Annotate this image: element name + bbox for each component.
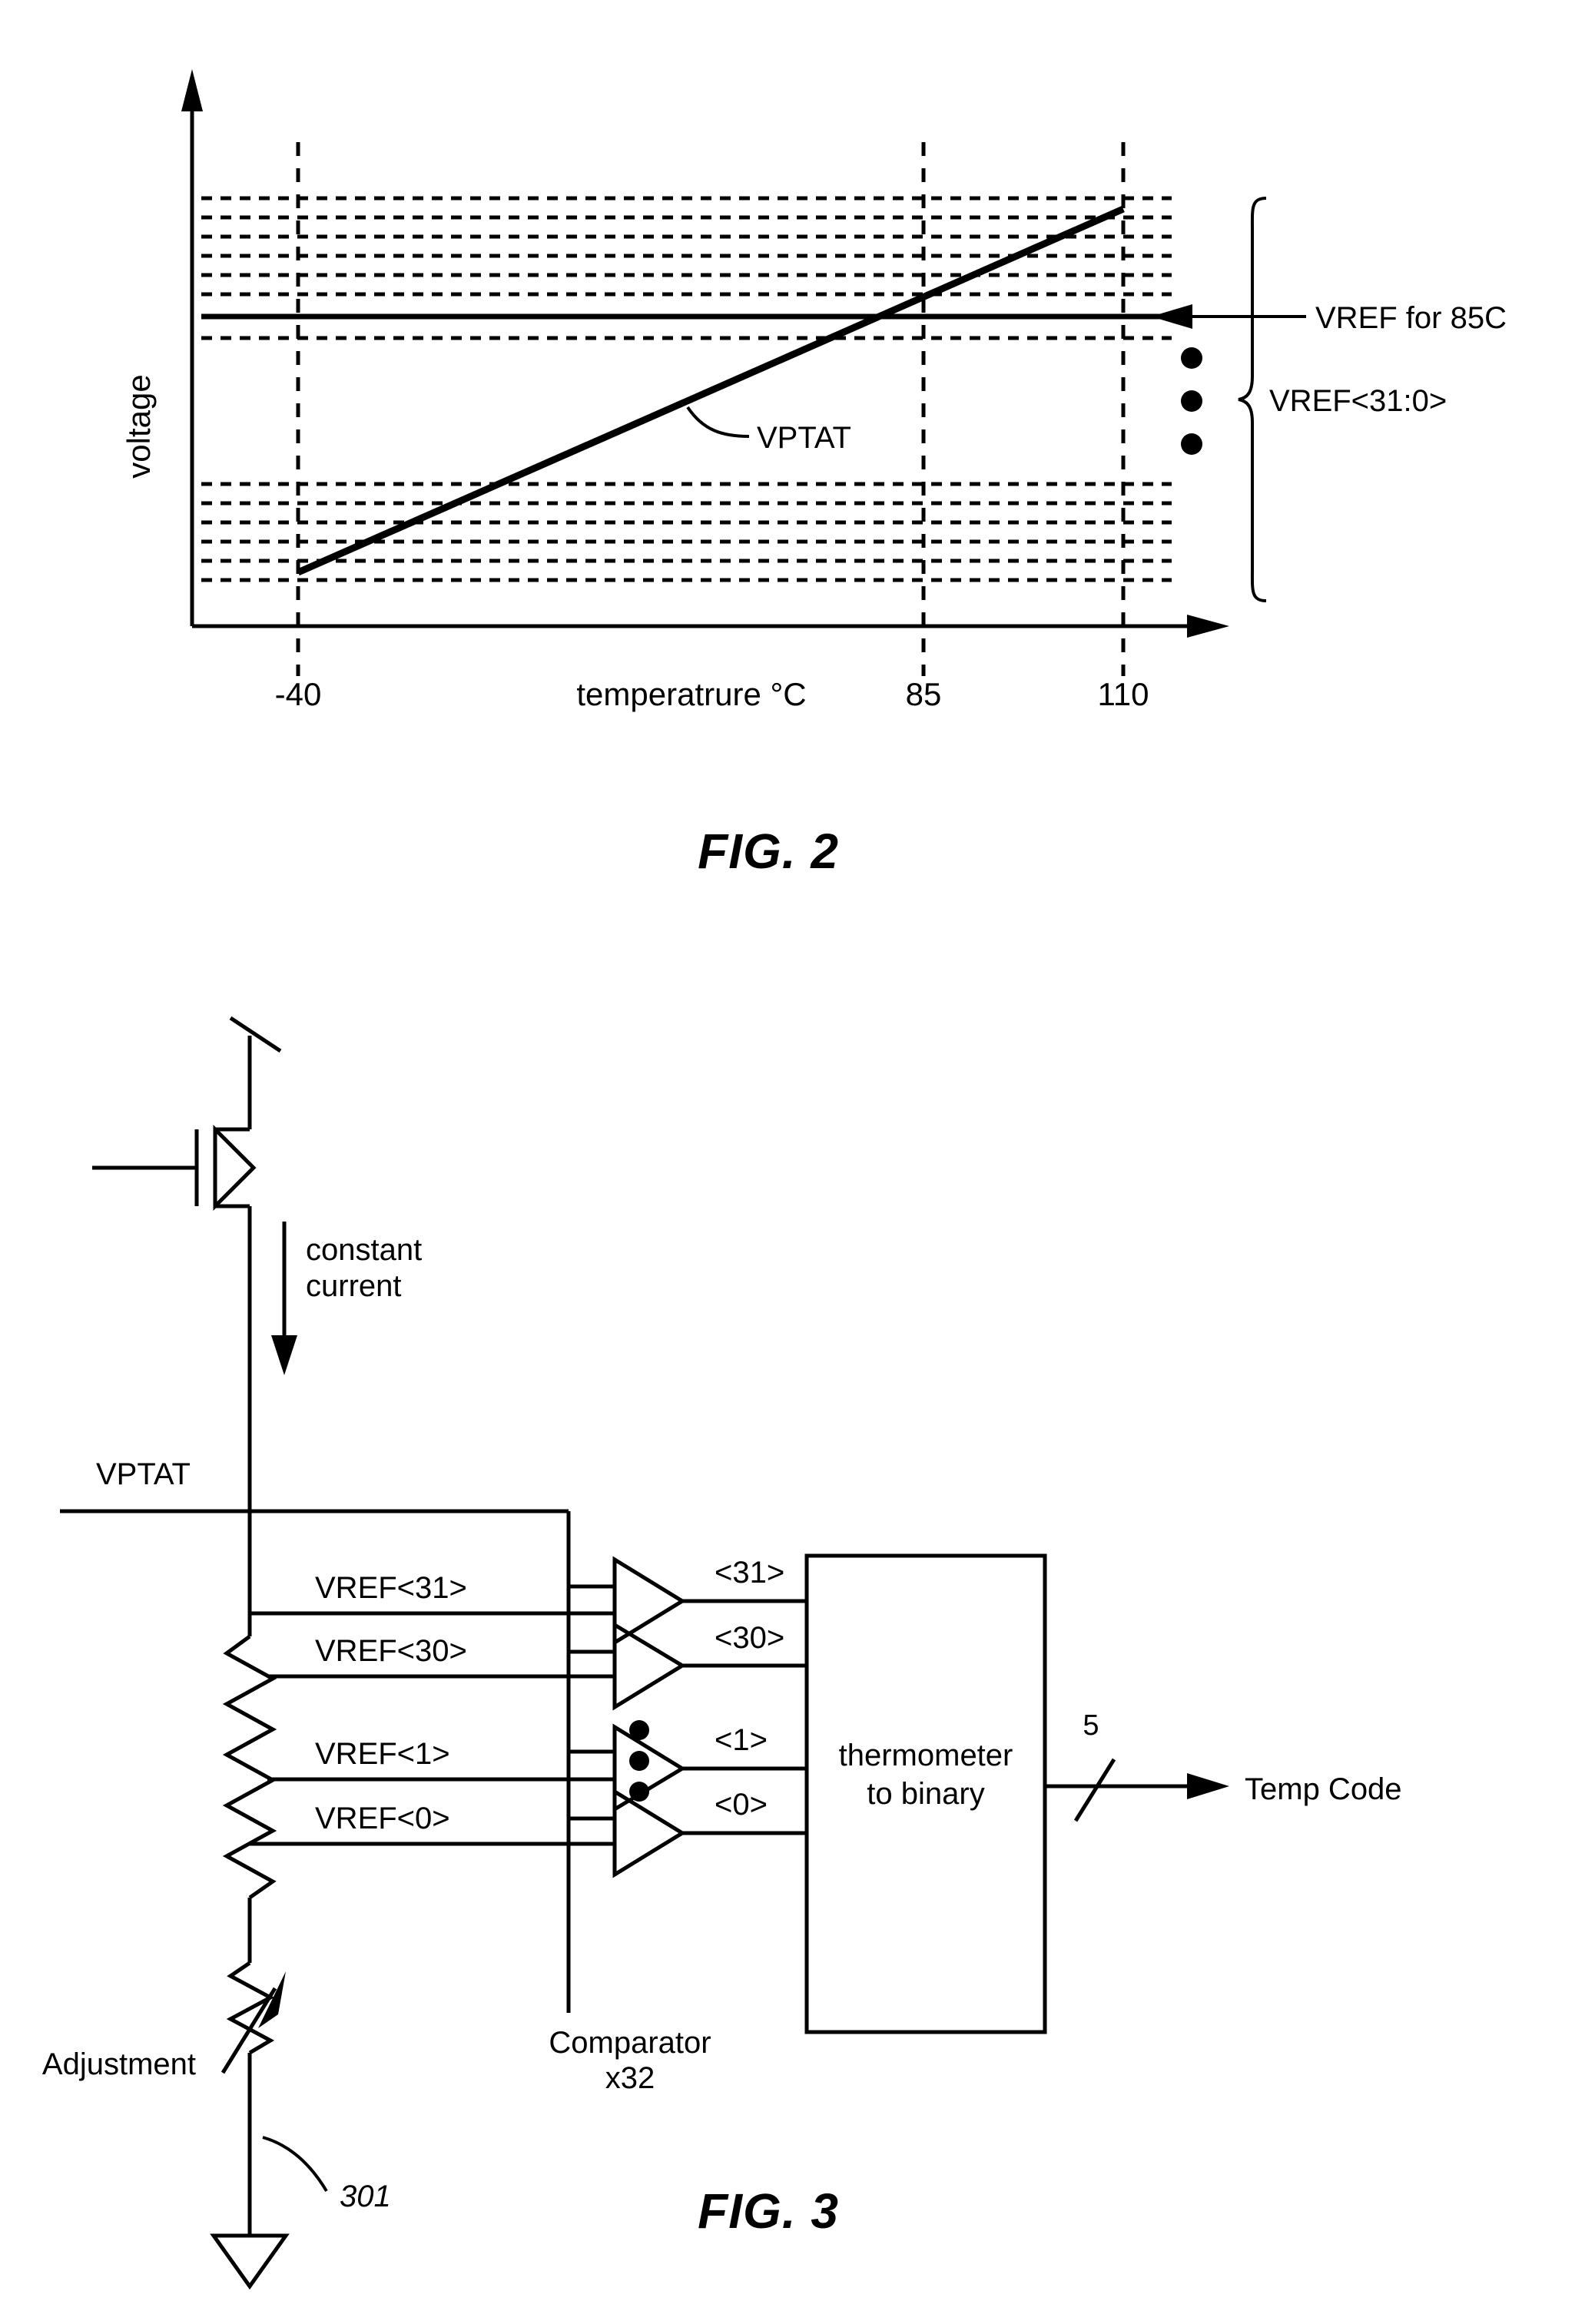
patent-figure-sheet: VPTAT VREF for 85C VREF<31:0> voltage -4… [0,0,1595,2324]
vref-tap-label-0: VREF<0> [315,1802,450,1835]
output-arrowhead [1187,1773,1229,1799]
figure-3: constant current VPTAT VREF<31> VREF<30>… [42,1016,1402,2290]
vref-tap-label-31: VREF<31> [315,1571,467,1605]
ground-symbol [210,2053,290,2290]
supply-rail [229,1016,282,1129]
comparator-output-label-1: <1> [715,1723,768,1757]
reference-numeral-301: 301 [340,2180,391,2213]
comparator-caption-line2: x32 [605,2061,655,2095]
reference-numeral-leader [262,2136,328,2193]
constant-current-arrowhead [271,1335,297,1375]
comparator-caption-line1: Comparator [549,2026,711,2060]
adjustment-resistor [221,1961,286,2074]
temp-code-label: Temp Code [1245,1772,1402,1806]
figure-3-caption: FIG. 3 [698,2183,839,2239]
vref-tap-label-30: VREF<30> [315,1634,467,1668]
comparator-output-label-0: <0> [715,1788,768,1822]
comparator-1 [569,1723,807,1813]
resistor-string [222,1634,277,1963]
vptat-bus [60,1444,571,2013]
vref-tap-label-1: VREF<1> [315,1737,450,1771]
comparator-0 [569,1788,807,1878]
thermometer-block-label-line2: to binary [867,1777,984,1811]
vptat-node-label: VPTAT [96,1457,191,1491]
output-bus [1045,1758,1229,1822]
bus-width-label: 5 [1083,1709,1099,1742]
comparator-output-label-30: <30> [715,1621,784,1655]
constant-current-arrow [271,1222,297,1375]
thermometer-block-label-line1: thermometer [839,1739,1013,1772]
pmos-transistor [92,1124,257,1444]
adjustment-label: Adjustment [42,2047,196,2081]
comparator-output-label-31: <31> [715,1556,784,1590]
constant-current-label-line2: current [306,1269,402,1303]
constant-current-label-line1: constant [306,1233,422,1267]
